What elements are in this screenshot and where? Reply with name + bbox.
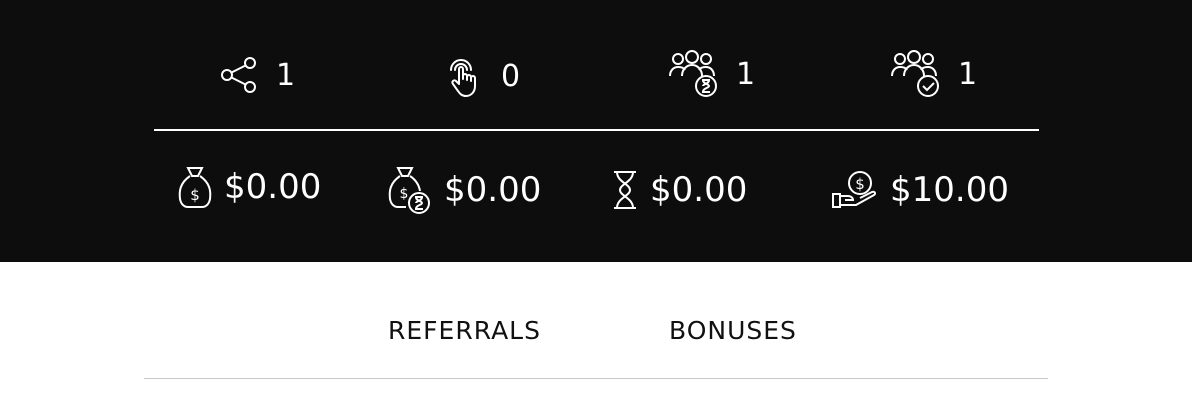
stat-earnings-pending-value: $0.00 xyxy=(444,170,542,210)
stat-referrals-pending: 1 xyxy=(668,50,755,98)
money-bag-icon: $ xyxy=(178,165,212,209)
stat-referrals-pending-value: 1 xyxy=(736,56,756,92)
users-approved-icon xyxy=(890,50,940,98)
stat-shares-value: 1 xyxy=(276,57,296,93)
stats-divider xyxy=(154,129,1039,131)
tab-bar: REFERRALS BONUSES xyxy=(0,262,1192,410)
hourglass-icon xyxy=(612,170,638,210)
tab-bonuses[interactable]: BONUSES xyxy=(669,316,797,345)
stat-earnings-awaiting-value: $0.00 xyxy=(650,170,748,210)
stat-earnings-pending: $ $0.00 xyxy=(388,165,541,215)
stat-shares: 1 xyxy=(220,56,295,94)
hand-coin-icon: $ xyxy=(832,170,878,210)
share-icon xyxy=(220,56,258,94)
svg-text:$: $ xyxy=(855,175,865,193)
users-pending-icon xyxy=(668,50,718,98)
stat-earnings-total-value: $0.00 xyxy=(224,167,322,207)
svg-text:$: $ xyxy=(400,186,409,202)
stat-clicks-value: 0 xyxy=(501,58,521,94)
stat-earnings-paid-value: $10.00 xyxy=(890,170,1009,210)
stats-panel: 1 0 1 1 $ $0.00 $ $0.00 $0.00 $ $10.00 xyxy=(0,0,1192,262)
tap-click-icon xyxy=(445,54,483,98)
stat-referrals-approved-value: 1 xyxy=(958,56,978,92)
stat-earnings-paid: $ $10.00 xyxy=(832,170,1009,210)
money-bag-pending-icon: $ xyxy=(388,165,432,215)
tab-referrals[interactable]: REFERRALS xyxy=(388,316,541,345)
svg-text:$: $ xyxy=(190,186,200,204)
stat-referrals-approved: 1 xyxy=(890,50,977,98)
stat-clicks: 0 xyxy=(445,54,520,98)
tabs-divider xyxy=(144,378,1048,379)
stat-earnings-total: $ $0.00 xyxy=(178,165,321,209)
stat-earnings-awaiting: $0.00 xyxy=(612,170,747,210)
